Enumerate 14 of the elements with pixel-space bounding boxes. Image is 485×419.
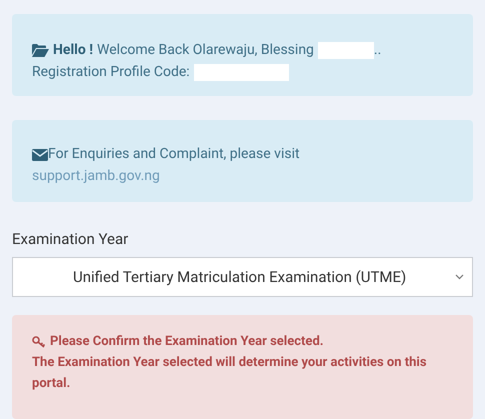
- folder-icon: [32, 44, 49, 57]
- chevron-down-icon: [455, 274, 464, 280]
- redaction-block: [318, 42, 374, 59]
- profile-code-label: Registration Profile Code:: [32, 63, 190, 82]
- greeting-text: Hello !: [53, 41, 94, 60]
- ellipsis-text: ..: [374, 41, 382, 60]
- examination-year-select[interactable]: Unified Tertiary Matriculation Examination (UTME): [12, 257, 473, 297]
- envelope-icon: [32, 148, 48, 160]
- warning-message: The Examination Year selected will determine your activities on this portal.: [32, 354, 428, 393]
- warning-title: Please Confirm the Examination Year selected.: [50, 333, 324, 351]
- enquiries-message: For Enquiries and Complaint, please visit: [48, 145, 300, 164]
- welcome-message: Welcome Back Olarewaju, Blessing: [97, 41, 314, 60]
- examination-year-label: Examination Year: [12, 229, 128, 249]
- key-icon: [32, 336, 46, 348]
